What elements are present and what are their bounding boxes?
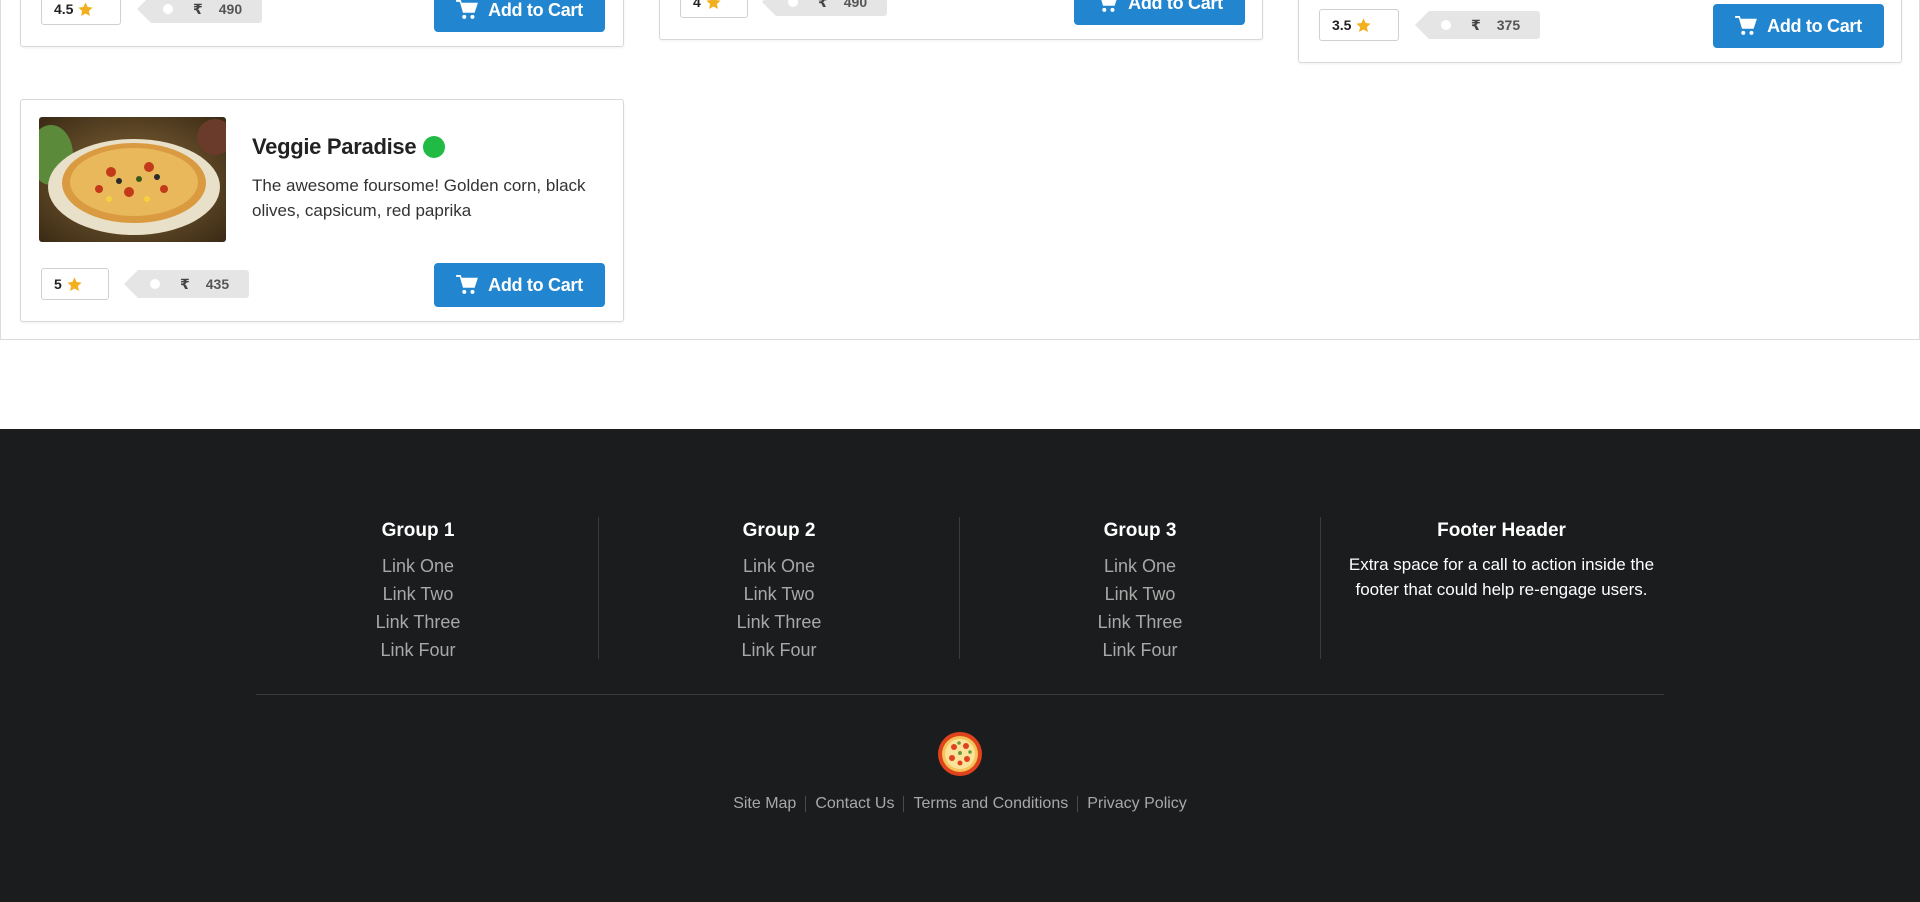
footer-divider	[256, 694, 1664, 695]
veg-indicator-icon	[423, 136, 446, 158]
footer-link[interactable]: Link One	[960, 552, 1320, 580]
product-title: Veggie Paradise	[252, 134, 446, 160]
add-to-cart-button[interactable]: Add to Cart	[434, 263, 605, 307]
add-to-cart-label: Add to Cart	[1128, 0, 1223, 13]
currency-symbol: ₹	[193, 0, 203, 17]
site-footer: Group 1 Link One Link Two Link Three Lin…	[0, 429, 1920, 902]
privacy-policy-link[interactable]: Privacy Policy	[1078, 795, 1196, 813]
product-card: 3.5 ₹ 375 Add to Cart	[1298, 0, 1902, 63]
pizza-image	[39, 117, 226, 242]
product-card: 4.5 ₹ 490 Add to Cart	[20, 0, 624, 47]
cart-icon	[456, 0, 479, 19]
footer-link[interactable]: Link Two	[599, 580, 959, 608]
rating-value: 5	[54, 276, 62, 292]
footer-link[interactable]: Link Three	[238, 608, 598, 636]
product-name: Veggie Paradise	[252, 134, 417, 159]
price-tag: ₹ 490	[136, 0, 263, 23]
price-tag: ₹ 375	[1414, 11, 1541, 39]
footer-group-1: Group 1 Link One Link Two Link Three Lin…	[238, 517, 599, 660]
price-tag: ₹ 490	[761, 0, 888, 16]
footer-link[interactable]: Link Two	[960, 580, 1320, 608]
footer-link[interactable]: Link Four	[238, 636, 598, 664]
product-description: The awesome foursome! Golden corn, black…	[252, 176, 586, 220]
currency-symbol: ₹	[180, 275, 190, 292]
pizza-logo-icon	[938, 732, 982, 776]
star-icon	[706, 0, 721, 9]
footer-link[interactable]: Link Four	[960, 636, 1320, 664]
rating-badge: 4.5	[41, 0, 121, 25]
add-to-cart-button[interactable]: Add to Cart	[1074, 0, 1245, 25]
product-card-veggie-paradise: Veggie Paradise The awesome foursome! Go…	[20, 99, 624, 322]
footer-cta: Footer Header Extra space for a call to …	[1321, 517, 1682, 659]
rating-badge: 5	[41, 268, 109, 300]
rating-value: 3.5	[1332, 17, 1352, 33]
footer-group-title: Group 1	[381, 520, 455, 541]
add-to-cart-label: Add to Cart	[488, 274, 583, 295]
site-map-link[interactable]: Site Map	[724, 795, 805, 813]
add-to-cart-button[interactable]: Add to Cart	[434, 0, 605, 32]
terms-link[interactable]: Terms and Conditions	[904, 795, 1077, 813]
star-icon	[1356, 17, 1372, 32]
star-icon	[67, 276, 82, 291]
footer-cta-text: Extra space for a call to action inside …	[1348, 555, 1655, 599]
product-card: 4 ₹ 490 Add to Cart	[659, 0, 1263, 40]
add-to-cart-label: Add to Cart	[1767, 15, 1862, 36]
price-value: 490	[843, 0, 868, 10]
currency-symbol: ₹	[818, 0, 828, 10]
footer-bottom-links: Site Map Contact Us Terms and Conditions…	[0, 795, 1920, 813]
star-icon	[78, 1, 94, 16]
rating-value: 4.5	[54, 1, 74, 17]
currency-symbol: ₹	[1471, 16, 1481, 33]
cart-icon	[1101, 0, 1117, 12]
footer-link[interactable]: Link Four	[599, 636, 959, 664]
add-to-cart-button[interactable]: Add to Cart	[1713, 4, 1884, 48]
rating-value: 4	[693, 0, 701, 10]
product-grid-panel: 4.5 ₹ 490 Add to Cart 4 ₹ 490 Add to Car…	[0, 0, 1920, 340]
footer-link[interactable]: Link Two	[238, 580, 598, 608]
footer-cta-title: Footer Header	[1437, 520, 1566, 541]
price-value: 490	[218, 1, 243, 17]
rating-badge: 4	[680, 0, 748, 18]
contact-us-link[interactable]: Contact Us	[806, 795, 903, 813]
rating-badge: 3.5	[1319, 9, 1399, 41]
footer-group-2: Group 2 Link One Link Two Link Three Lin…	[599, 517, 960, 660]
footer-group-title: Group 3	[1103, 520, 1177, 541]
footer-link[interactable]: Link One	[238, 552, 598, 580]
add-to-cart-label: Add to Cart	[488, 0, 583, 20]
footer-link[interactable]: Link Three	[599, 608, 959, 636]
price-value: 375	[1496, 17, 1521, 33]
price-value: 435	[205, 276, 230, 292]
footer-link[interactable]: Link Three	[960, 608, 1320, 636]
cart-icon	[456, 275, 479, 294]
footer-link[interactable]: Link One	[599, 552, 959, 580]
cart-icon	[1735, 16, 1758, 35]
footer-group-3: Group 3 Link One Link Two Link Three Lin…	[960, 517, 1321, 660]
price-tag: ₹ 435	[123, 270, 250, 298]
footer-group-title: Group 2	[742, 520, 816, 541]
